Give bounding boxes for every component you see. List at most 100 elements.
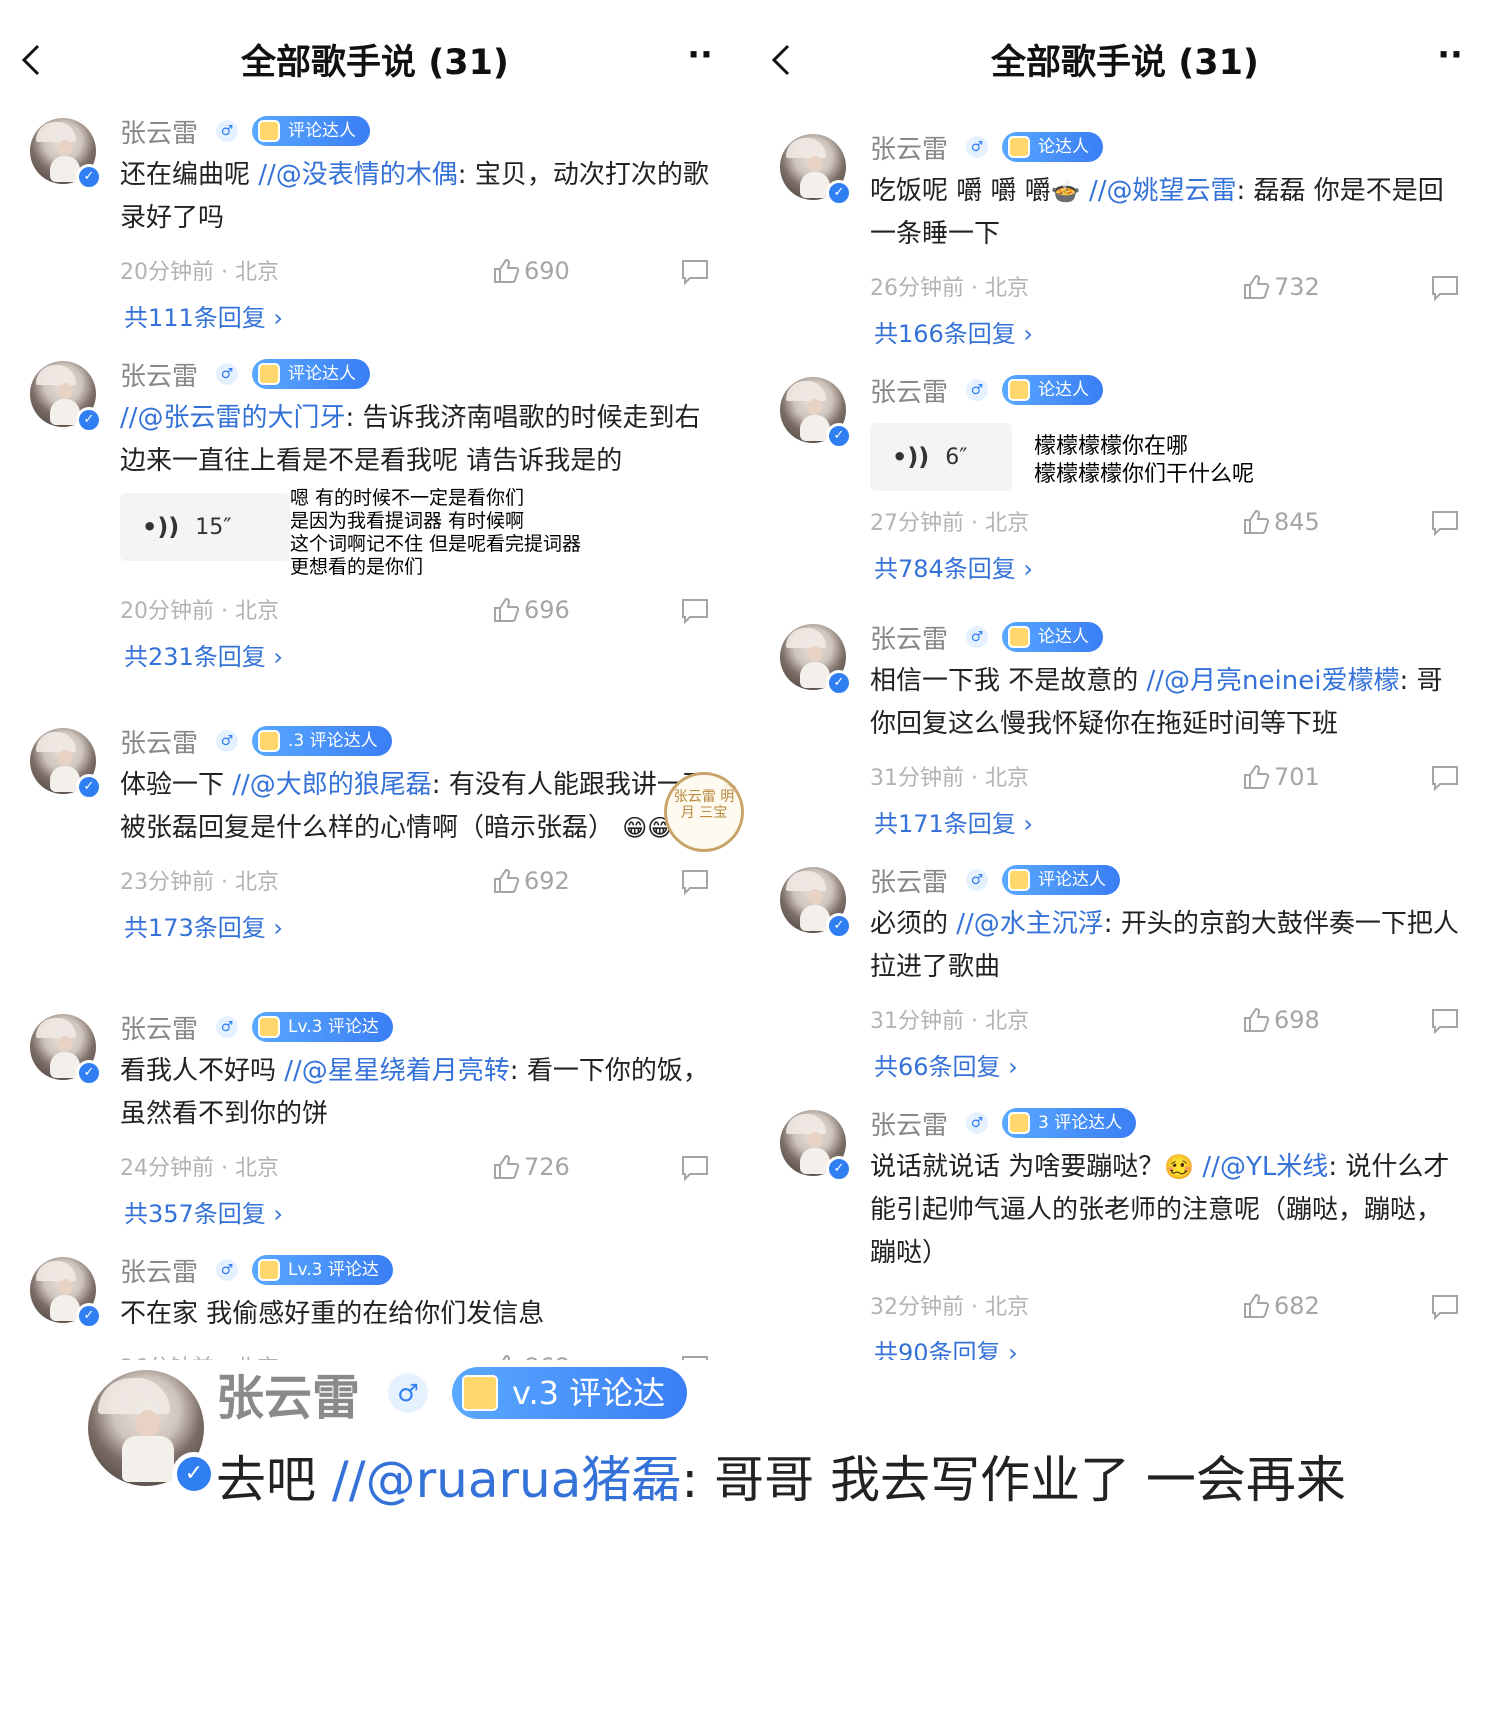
mention-link[interactable]: //@大郎的狼尾磊 — [232, 770, 432, 800]
mention-link[interactable]: //@水主沉浮 — [956, 909, 1104, 939]
mention-link[interactable]: //@没表情的木偶 — [258, 160, 458, 190]
like-button[interactable]: 696 — [492, 595, 570, 625]
level-badge: 3 评论达人 — [1002, 1108, 1137, 1138]
verified-icon: ✓ — [76, 1060, 102, 1086]
like-button[interactable]: 732 — [1242, 272, 1320, 302]
level-badge: .3 评论达人 — [252, 726, 392, 756]
username[interactable]: 张云雷 — [120, 356, 198, 393]
view-replies-link[interactable]: 共66条回复 › — [874, 1047, 1018, 1087]
like-button[interactable]: 690 — [492, 256, 570, 286]
like-button[interactable]: 845 — [1242, 507, 1320, 537]
avatar[interactable]: ✓ — [780, 377, 852, 449]
voice-reply: •)) 6″ 檬檬檬檬你在哪 檬檬檬檬你们干什么呢 — [870, 423, 1460, 491]
avatar[interactable]: ✓ — [780, 134, 852, 206]
timestamp: 31分钟前 · 北京 — [870, 766, 1029, 791]
food-emoji: 🍲 — [1050, 177, 1081, 205]
comment-text: 吃饭呢 嚼 嚼 嚼🍲 //@姚望云雷: 磊磊 你是不是回一条睡一下 — [870, 176, 1444, 249]
male-icon: ♂ — [966, 626, 989, 648]
timestamp: 32分钟前 · 北京 — [870, 1295, 1029, 1320]
comment-icon[interactable] — [680, 868, 710, 896]
voice-transcript: 嗯 有的时候不一定是看你们 是因为我看提词器 有时候啊 这个词啊记不住 但是呢看… — [290, 487, 582, 578]
comment-icon[interactable] — [1430, 764, 1460, 792]
like-button[interactable]: 701 — [1242, 762, 1320, 792]
like-button[interactable]: 682 — [1242, 1291, 1320, 1321]
avatar[interactable]: ✓ — [30, 361, 102, 433]
username[interactable]: 张云雷 — [870, 619, 948, 656]
mention-link[interactable]: //@星星绕着月亮转 — [284, 1056, 510, 1086]
comment-text: 相信一下我 不是故意的 //@月亮neinei爱檬檬: 哥你回复这么慢我怀疑你在… — [870, 666, 1443, 739]
mention-link[interactable]: //@姚望云雷 — [1081, 176, 1237, 206]
username[interactable]: 张云雷 — [870, 862, 948, 899]
comment-icon[interactable] — [1430, 1007, 1460, 1035]
mention-link[interactable]: //@ruarua猪磊 — [332, 1451, 681, 1509]
view-replies-link[interactable]: 共784条回复 › — [874, 549, 1033, 589]
page-title: 全部歌手说 (31) — [241, 43, 509, 83]
thumbs-up-icon — [494, 868, 520, 893]
comment-text: 体验一下 //@大郎的狼尾磊: 有没有人能跟我讲一下被张磊回复是什么样的心情啊（… — [120, 770, 709, 843]
comment-icon[interactable] — [680, 258, 710, 286]
more-icon[interactable]: ·· — [1430, 38, 1470, 72]
view-replies-link[interactable]: 共171条回复 › — [874, 804, 1033, 844]
comment-text: 还在编曲呢 //@没表情的木偶: 宝贝，动次打次的歌录好了吗 — [120, 160, 709, 233]
level-badge: 评论达人 — [252, 359, 371, 389]
male-icon: ♂ — [966, 869, 989, 891]
male-icon: ♂ — [216, 120, 239, 142]
view-replies-link[interactable]: 共173条回复 › — [124, 908, 283, 948]
verified-icon: ✓ — [826, 1156, 852, 1182]
comment-icon[interactable] — [680, 1154, 710, 1182]
comment-text: 看我人不好吗 //@星星绕着月亮转: 看一下你的饭，虽然看不到你的饼 — [120, 1056, 709, 1129]
username[interactable]: 张云雷 — [216, 1360, 360, 1428]
avatar[interactable]: ✓ — [30, 118, 102, 190]
level-badge: 论达人 — [1002, 375, 1104, 405]
verified-icon: ✓ — [172, 1452, 216, 1496]
comment-icon[interactable] — [680, 597, 710, 625]
username[interactable]: 张云雷 — [870, 1105, 948, 1142]
view-replies-link[interactable]: 共357条回复 › — [124, 1194, 283, 1234]
mention-link[interactable]: //@YL米线 — [1194, 1152, 1328, 1182]
badge-icon — [258, 120, 281, 142]
avatar[interactable]: ✓ — [780, 867, 852, 939]
verified-icon: ✓ — [826, 180, 852, 206]
badge-icon — [258, 363, 281, 385]
voice-message-button[interactable]: •)) 6″ — [870, 423, 1012, 491]
avatar[interactable]: ✓ — [88, 1370, 216, 1496]
username[interactable]: 张云雷 — [120, 113, 198, 150]
level-badge: Lv.3 评论达 — [252, 1012, 393, 1042]
username[interactable]: 张云雷 — [120, 1252, 198, 1289]
avatar[interactable]: ✓ — [30, 1257, 102, 1329]
like-button[interactable]: 698 — [1242, 1005, 1320, 1035]
comment-icon[interactable] — [1430, 1293, 1460, 1321]
comment-icon[interactable] — [1430, 509, 1460, 537]
view-replies-link[interactable]: 共231条回复 › — [124, 637, 283, 677]
username[interactable]: 张云雷 — [870, 129, 948, 166]
top-bar: 全部歌手说 (31) ·· — [0, 22, 750, 94]
avatar[interactable]: ✓ — [780, 624, 852, 696]
comment-icon[interactable] — [1430, 274, 1460, 302]
verified-icon: ✓ — [826, 913, 852, 939]
username[interactable]: 张云雷 — [120, 1009, 198, 1046]
male-icon: ♂ — [388, 1373, 429, 1413]
view-replies-link[interactable]: 共166条回复 › — [874, 314, 1033, 354]
more-icon[interactable]: ·· — [680, 38, 720, 72]
avatar[interactable]: ✓ — [30, 728, 102, 800]
badge-icon — [1008, 869, 1031, 891]
male-icon: ♂ — [966, 136, 989, 158]
timestamp: 31分钟前 · 北京 — [870, 1009, 1029, 1034]
username[interactable]: 张云雷 — [120, 723, 198, 760]
comment-text: //@张云雷的大门牙: 告诉我济南唱歌的时候走到右边来一直往上看是不是看我呢 请… — [120, 403, 701, 476]
male-icon: ♂ — [216, 363, 239, 385]
voice-reply: •)) 15″ 嗯 有的时候不一定是看你们 是因为我看提词器 有时候啊 这个词啊记… — [120, 487, 710, 579]
voice-message-button[interactable]: •)) 15″ — [120, 493, 290, 561]
avatar[interactable]: ✓ — [30, 1014, 102, 1086]
verified-icon: ✓ — [76, 164, 102, 190]
view-replies-link[interactable]: 共111条回复 › — [124, 298, 283, 338]
verified-icon: ✓ — [76, 1303, 102, 1329]
mention-link[interactable]: //@张云雷的大门牙 — [120, 403, 346, 433]
timestamp: 23分钟前 · 北京 — [120, 870, 279, 895]
mention-link[interactable]: //@月亮neinei爱檬檬 — [1147, 666, 1400, 696]
like-button[interactable]: 726 — [492, 1152, 570, 1182]
avatar[interactable]: ✓ — [780, 1110, 852, 1182]
username[interactable]: 张云雷 — [870, 372, 948, 409]
like-button[interactable]: 692 — [492, 866, 570, 896]
verified-icon: ✓ — [826, 423, 852, 449]
